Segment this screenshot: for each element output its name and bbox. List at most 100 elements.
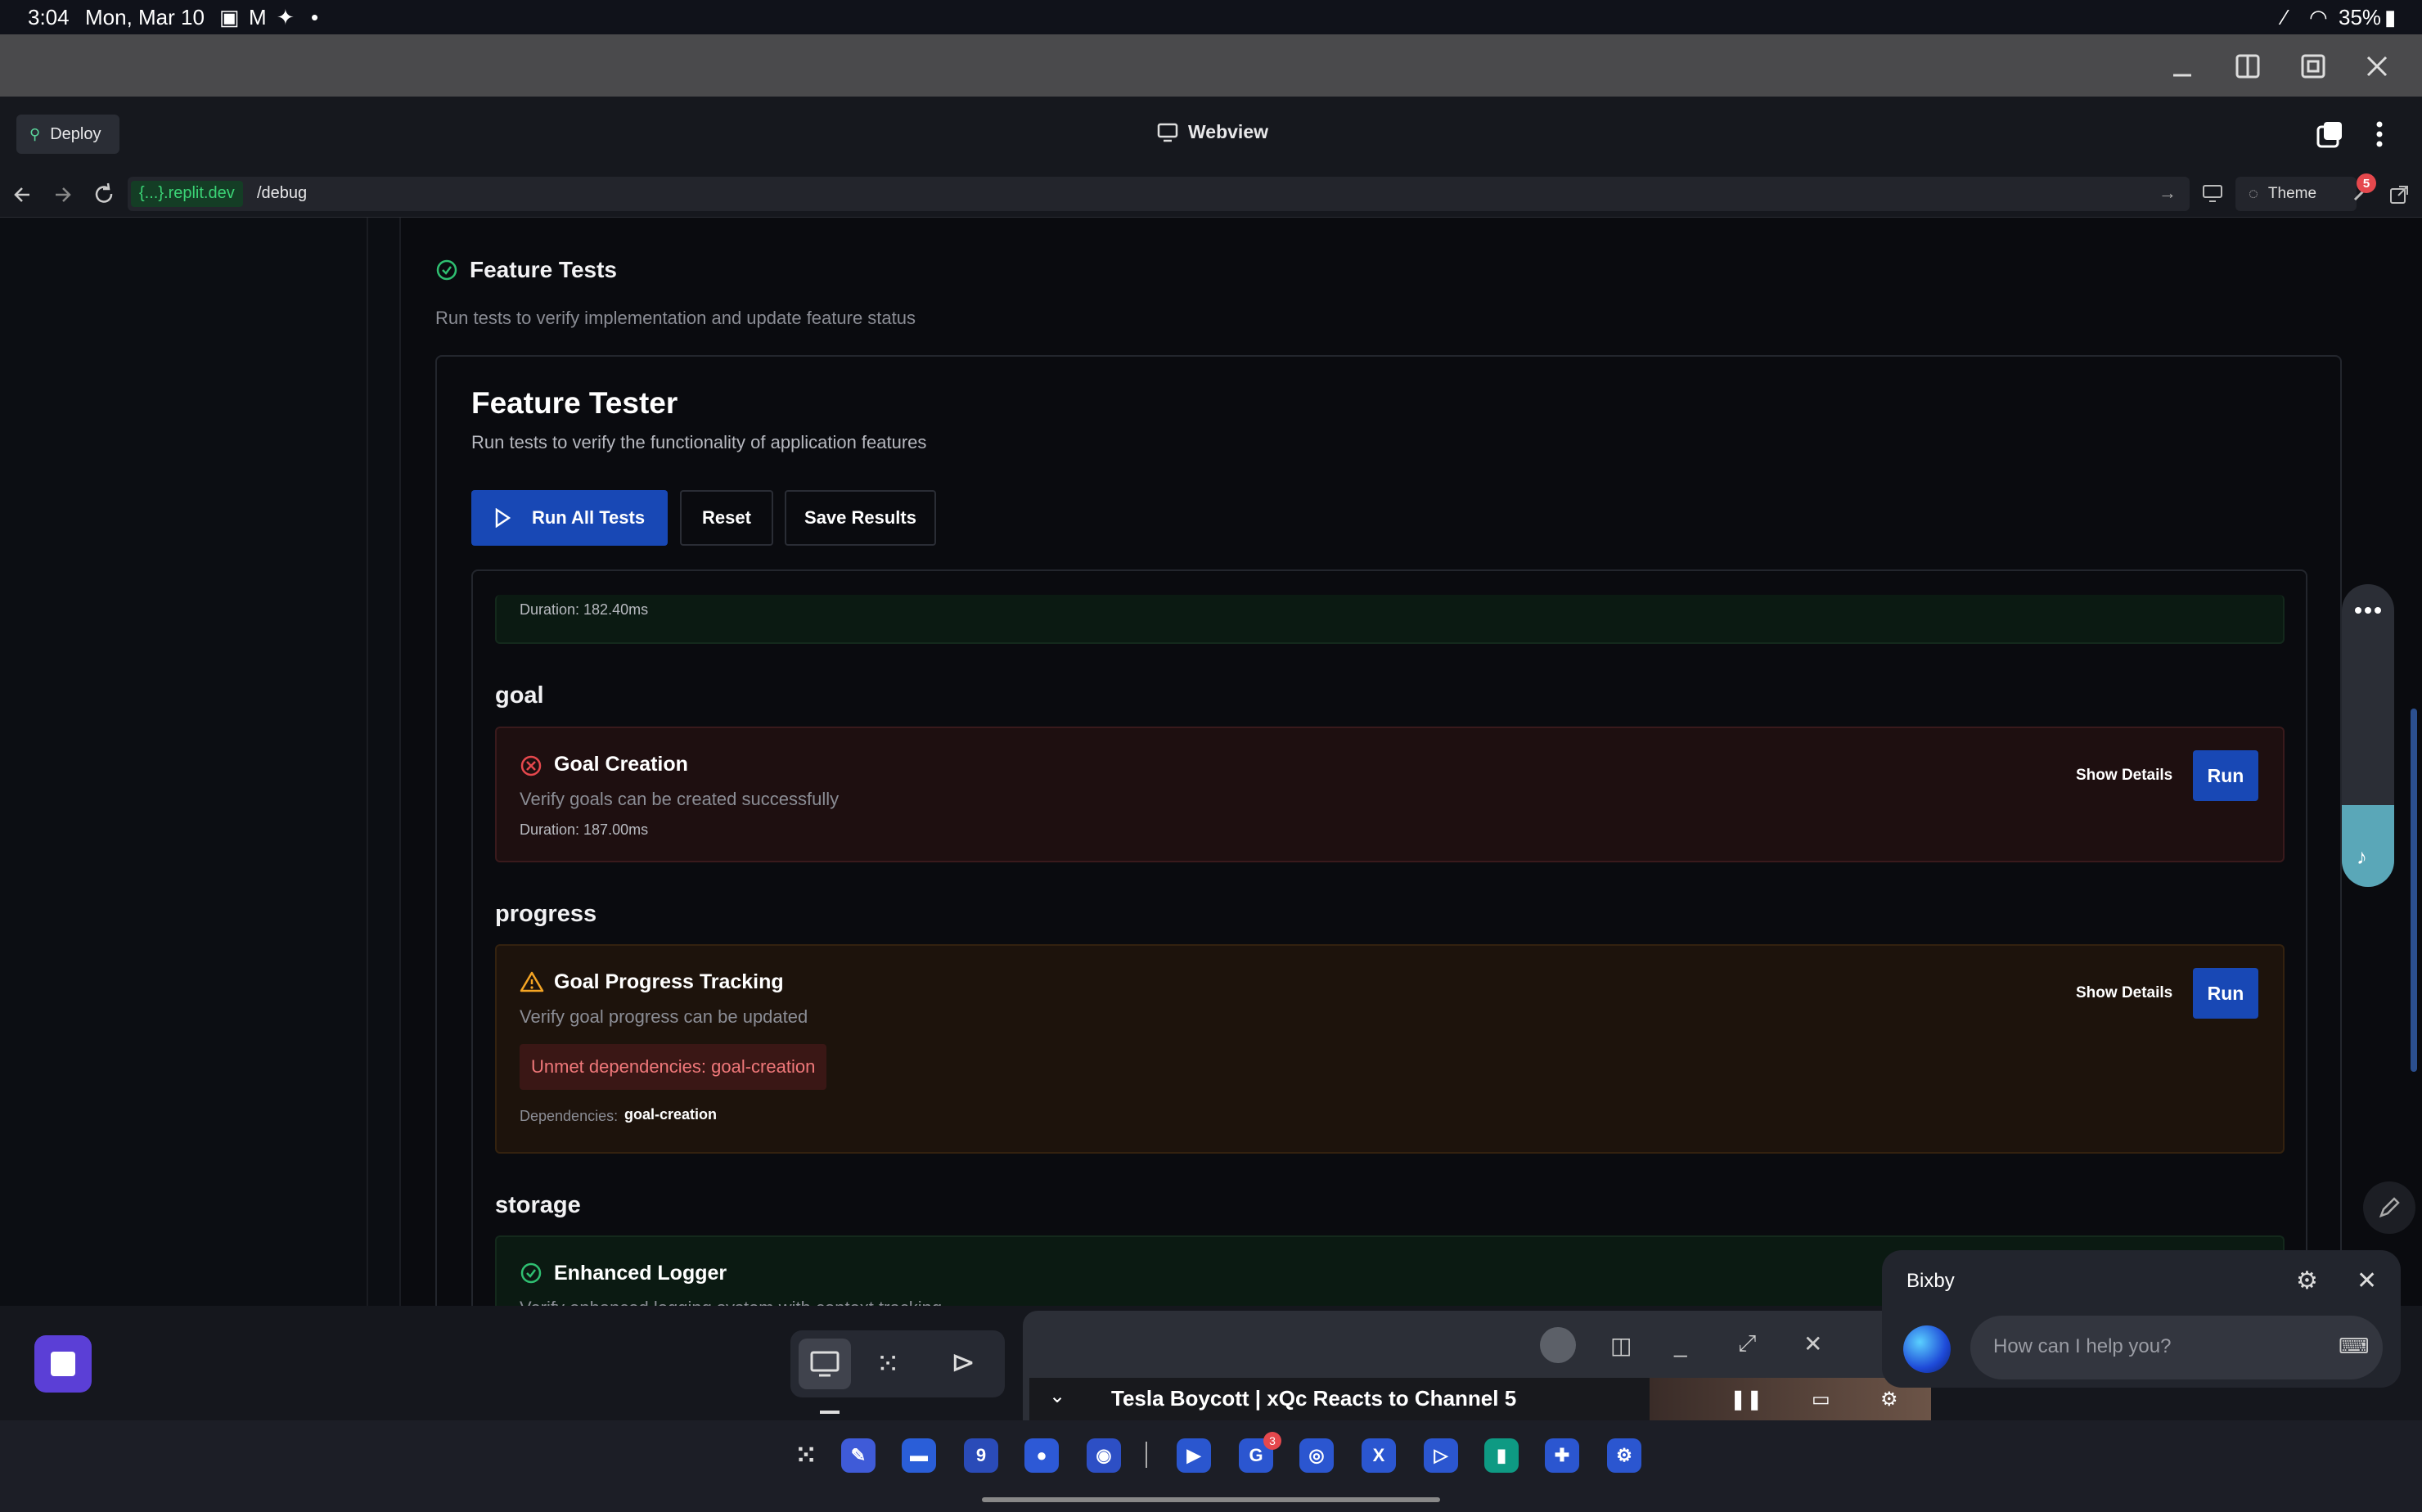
tabs-icon[interactable] [2316,119,2345,149]
section-check-icon [435,259,458,281]
split-view-icon[interactable] [2234,52,2262,80]
video-popup-window[interactable]: ◫ _ ⤢ ✕ ⌄ Tesla Boycott | xQc Reacts to … [1023,1311,1931,1420]
warning-triangle-icon [520,970,544,993]
close-window-icon[interactable] [2363,52,2391,80]
page-scrollbar[interactable] [2411,709,2417,1072]
split-icon[interactable]: ◫ [1610,1332,1632,1359]
files-app-icon[interactable]: ▬ [902,1438,936,1473]
bixby-placeholder: How can I help you? [1993,1335,2172,1357]
sidebar-divider[interactable] [367,218,401,1306]
dot-icon: • [311,5,319,29]
error-circle-icon [520,754,542,777]
play-icon [494,508,511,528]
test-card-goal-creation: Goal Creation Verify goals can be create… [495,727,2285,862]
test-card-goal-progress-tracking: Goal Progress Tracking Verify goal progr… [495,944,2285,1154]
chrome-app-icon[interactable]: ◎ [1299,1438,1334,1473]
back-icon[interactable] [11,183,34,206]
bixby-settings-icon[interactable]: ⚙ [2296,1267,2318,1295]
test-title: Goal Progress Tracking [554,970,784,993]
run-all-tests-button[interactable]: Run All Tests [471,490,668,546]
test-description: Verify goal progress can be updated [520,1006,808,1027]
battery-level: 35% [2339,5,2382,29]
status-bar: 3:04 Mon, Mar 10 ▣ M ✦ • ⁄ ◠ 35% ▮ [0,0,2422,34]
webview-label: Webview [1188,121,1268,142]
reset-button[interactable]: Reset [680,490,773,546]
unmet-dependencies-alert: Unmet dependencies: goal-creation [520,1044,827,1090]
x-app-icon[interactable]: X [1362,1438,1396,1473]
volume-level-bar[interactable] [2342,805,2394,887]
group-heading-goal: goal [495,682,544,709]
edit-pen-button[interactable] [2363,1181,2415,1234]
bixby-title: Bixby [1907,1270,1955,1292]
success-check-icon [520,1262,542,1285]
google-badge: 3 [1263,1432,1281,1450]
go-arrow-icon[interactable]: → [2159,182,2177,204]
group-heading-progress: progress [495,901,597,927]
theme-button[interactable]: ◌ Theme [2235,177,2357,211]
status-date: Mon, Mar 10 [85,5,205,29]
reload-icon[interactable] [92,182,116,206]
more-horizontal-icon[interactable] [2353,605,2383,615]
collapse-chevron-icon[interactable]: ⌄ [1049,1384,1065,1408]
device-icon[interactable] [2201,183,2224,205]
external-link-icon[interactable] [2388,183,2411,206]
pause-icon[interactable]: ❚❚ [1730,1388,1762,1411]
app-drawer-icon[interactable]: ⁙ [789,1438,823,1473]
bixby-orb-icon[interactable] [1903,1325,1951,1373]
apps-grid-icon[interactable]: ⁙ [876,1347,900,1381]
sparkle-icon: ✦ [277,5,295,29]
minimize-icon[interactable] [2168,52,2196,80]
notification-badge: 5 [2357,173,2376,193]
show-details-button[interactable]: Show Details [2076,984,2172,1002]
authenticator-app-icon[interactable]: ▮ [1484,1438,1519,1473]
home-indicator[interactable] [982,1497,1440,1502]
popup-view-icon[interactable] [2299,52,2327,80]
video-title: Tesla Boycott | xQc Reacts to Channel 5 [1111,1386,1517,1411]
url-bar: {...}.replit.dev /debug → ◌ Theme 5 [0,170,2422,218]
expand-icon[interactable]: ⤢ [1738,1330,1756,1357]
theme-label: Theme [2267,185,2317,202]
pen-icon [2376,1195,2402,1221]
video-player[interactable]: ⌄ Tesla Boycott | xQc Reacts to Channel … [1029,1378,1931,1420]
settings-gear-icon[interactable]: ⚙ [1880,1388,1898,1411]
stop-icon [51,1352,75,1376]
notes-app-icon[interactable]: ✎ [841,1438,876,1473]
side-media-panel[interactable]: ♪ [2342,584,2394,887]
camera-app-icon[interactable]: ◉ [1087,1438,1121,1473]
music-volume-icon: ♪ [2357,844,2367,869]
desktop-mode-icon[interactable] [799,1339,851,1389]
dependency-badge: goal-creation [624,1106,718,1123]
run-button[interactable]: Run [2193,750,2258,801]
deploy-icon: ⚲ [29,125,41,142]
forward-icon[interactable] [51,183,74,206]
active-indicator [820,1411,840,1414]
test-title: Goal Creation [554,753,688,776]
minimize-popup-icon[interactable]: _ [1674,1332,1687,1358]
wifi-icon: ◠ [2309,5,2328,29]
show-details-button[interactable]: Show Details [2076,767,2172,785]
app-stop-button[interactable] [34,1335,92,1393]
recent-apps-tray: ⁙ ⊳ [790,1330,1005,1397]
dock-divider [1146,1442,1147,1468]
deploy-button[interactable]: ⚲ Deploy [16,115,119,154]
save-results-button[interactable]: Save Results [785,490,936,546]
bixby-close-icon[interactable]: ✕ [2357,1267,2377,1295]
run-button[interactable]: Run [2193,968,2258,1019]
keyboard-icon[interactable]: ⌨ [2339,1334,2370,1359]
flow-icon[interactable]: ⊳ [951,1345,975,1379]
webview-tab[interactable]: Webview [1157,121,1268,143]
url-host: {...}.replit.dev [131,181,243,207]
messages-app-icon[interactable]: ● [1024,1438,1059,1473]
close-popup-icon[interactable]: ✕ [1803,1330,1822,1357]
slack-app-icon[interactable]: ✚ [1545,1438,1579,1473]
youtube-app-icon[interactable]: ▶ [1177,1438,1211,1473]
pin-icon[interactable] [1540,1327,1576,1363]
calendar-app-icon[interactable]: 9 [964,1438,998,1473]
play-store-app-icon[interactable]: ▷ [1424,1438,1458,1473]
cast-icon[interactable]: ▭ [1812,1388,1830,1411]
url-input[interactable]: {...}.replit.dev /debug → [128,177,2190,211]
bixby-input[interactable]: How can I help you? ⌨ [1970,1316,2383,1379]
url-path: /debug [257,184,308,202]
more-vertical-icon[interactable] [2370,119,2389,149]
settings-app-icon[interactable]: ⚙ [1607,1438,1641,1473]
